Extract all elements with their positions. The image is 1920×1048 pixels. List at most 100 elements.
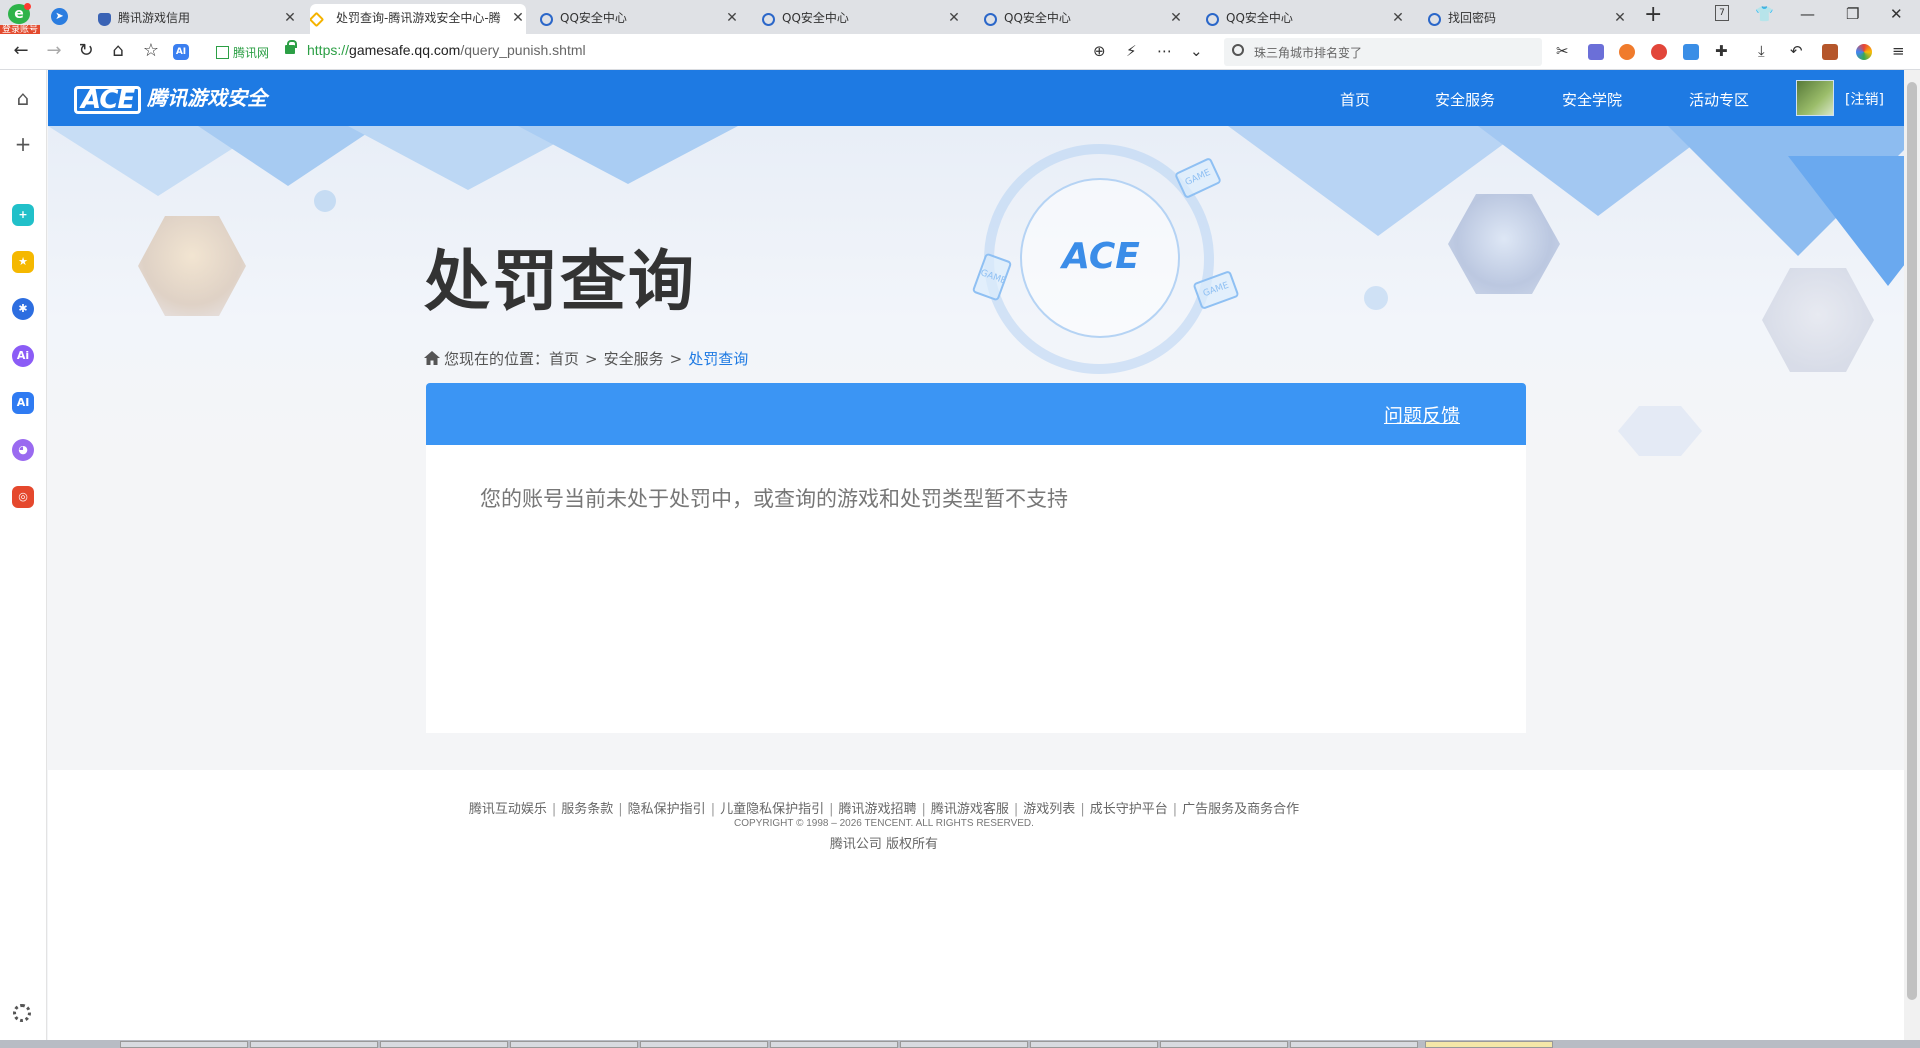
more-icon[interactable]: ⋯ <box>1157 42 1172 60</box>
close-icon[interactable]: ✕ <box>1390 4 1406 32</box>
send-icon[interactable]: ➤ <box>51 8 68 25</box>
star-icon[interactable]: ★ <box>12 251 34 273</box>
minimize-button[interactable]: — <box>1800 5 1815 23</box>
taskbar-item[interactable] <box>1160 1041 1288 1048</box>
tab-game-credit[interactable]: 腾讯游戏信用 ✕ <box>98 4 298 34</box>
chevron-down-icon[interactable]: ⌄ <box>1190 42 1203 60</box>
avatar[interactable] <box>1796 80 1834 116</box>
ai-icon[interactable]: AI <box>173 44 189 60</box>
colorful-icon[interactable] <box>1856 44 1872 60</box>
scrollbar-thumb[interactable] <box>1907 82 1917 1000</box>
lock-icon[interactable] <box>285 40 297 54</box>
house-icon <box>424 351 440 365</box>
settings-icon[interactable] <box>13 1004 31 1022</box>
menu-icon[interactable]: ≡ <box>1892 42 1905 60</box>
home-icon[interactable]: ⌂ <box>107 40 129 61</box>
translate-icon[interactable] <box>1588 44 1604 60</box>
chat-icon[interactable]: ◕ <box>12 439 34 461</box>
close-icon[interactable]: ✕ <box>946 4 962 32</box>
gamepad-icon[interactable]: ◎ <box>12 486 34 508</box>
url-field[interactable]: https://gamesafe.qq.com/query_punish.sht… <box>307 42 586 58</box>
tab-recover-password[interactable]: 找回密码 ✕ <box>1428 4 1628 34</box>
breadcrumb-current: 处罚查询 <box>688 350 749 368</box>
scissors-icon[interactable]: ✂ <box>1556 42 1569 60</box>
site-badge-label: 腾讯网 <box>233 46 270 60</box>
puzzle-icon[interactable]: ✚ <box>1715 42 1728 60</box>
close-icon[interactable]: ✕ <box>1612 4 1628 32</box>
tab-counter-button[interactable]: 7 <box>1715 5 1729 21</box>
footer-link-jobs[interactable]: 腾讯游戏招聘 <box>838 802 916 817</box>
browser-logo[interactable]: e 登录账号 <box>0 0 46 36</box>
footer-link-game-list[interactable]: 游戏列表 <box>1023 802 1075 817</box>
qq-shield-icon <box>1428 13 1441 26</box>
new-tab-button[interactable]: + <box>1644 2 1662 27</box>
undo-icon[interactable]: ↶ <box>1790 42 1803 60</box>
ai-assistant-icon[interactable]: Ai <box>12 345 34 367</box>
network-icon[interactable]: ✱ <box>12 298 34 320</box>
taskbar-item[interactable] <box>1290 1041 1418 1048</box>
vertical-scrollbar[interactable] <box>1904 70 1920 1040</box>
download-icon[interactable]: ⤓ <box>1758 42 1765 60</box>
feedback-link[interactable]: 问题反馈 <box>1384 401 1460 428</box>
footer-link-tencent-ent[interactable]: 腾讯互动娱乐 <box>469 802 547 817</box>
footer-link-support[interactable]: 腾讯游戏客服 <box>931 802 1009 817</box>
close-icon[interactable]: ✕ <box>510 4 526 32</box>
footer-link-growth-guard[interactable]: 成长守护平台 <box>1090 802 1168 817</box>
search-input[interactable]: 珠三角城市排名变了 <box>1224 38 1542 66</box>
taskbar-item-active[interactable] <box>1425 1041 1553 1048</box>
footer-separator: | <box>829 802 834 817</box>
footer-link-privacy[interactable]: 隐私保护指引 <box>628 802 706 817</box>
close-icon[interactable]: ✕ <box>282 4 298 32</box>
breadcrumb-security-services[interactable]: 安全服务 <box>604 350 664 368</box>
tab-qq-security-3[interactable]: QQ安全中心 ✕ <box>984 4 1184 34</box>
restore-button[interactable]: ❐ <box>1846 5 1859 23</box>
taskbar-item[interactable] <box>510 1041 638 1048</box>
weibo-icon[interactable] <box>1651 44 1667 60</box>
ace-logo[interactable]: ACE 腾讯游戏安全 <box>74 82 267 114</box>
taskbar-item[interactable] <box>120 1041 248 1048</box>
tab-title: QQ安全中心 <box>1226 11 1293 25</box>
zoom-icon[interactable]: ⊕ <box>1093 42 1106 60</box>
footer-separator: | <box>1080 802 1085 817</box>
footer-link-terms[interactable]: 服务条款 <box>561 802 613 817</box>
breadcrumb-home[interactable]: 首页 <box>549 350 579 368</box>
back-icon[interactable]: ← <box>10 40 32 61</box>
tab-qq-security-4[interactable]: QQ安全中心 ✕ <box>1206 4 1406 34</box>
site-badge-icon <box>216 46 229 59</box>
mail-icon[interactable] <box>1683 44 1699 60</box>
nav-security-services[interactable]: 安全服务 <box>1435 89 1495 110</box>
toolbox-icon[interactable] <box>1822 44 1838 60</box>
home-icon[interactable]: ⌂ <box>11 86 35 110</box>
close-icon[interactable]: ✕ <box>724 4 740 32</box>
logo-mark: ACE <box>74 86 142 114</box>
nav-home[interactable]: 首页 <box>1340 89 1370 110</box>
site-badge[interactable]: 腾讯网 <box>216 44 269 61</box>
taskbar-item[interactable] <box>380 1041 508 1048</box>
close-icon[interactable]: ✕ <box>1168 4 1184 32</box>
game-icon[interactable] <box>1619 44 1635 60</box>
footer-link-child-privacy[interactable]: 儿童隐私保护指引 <box>720 802 824 817</box>
search-icon <box>1232 44 1244 56</box>
tab-qq-security-1[interactable]: QQ安全中心 ✕ <box>540 4 740 34</box>
skin-icon[interactable]: 👕 <box>1755 5 1774 23</box>
taskbar-item[interactable] <box>770 1041 898 1048</box>
footer-link-ads[interactable]: 广告服务及商务合作 <box>1182 802 1299 817</box>
nav-activities[interactable]: 活动专区 <box>1689 89 1749 110</box>
tab-punish-query[interactable]: 处罚查询-腾讯游戏安全中心-腾 ✕ <box>310 4 526 34</box>
taskbar-item[interactable] <box>1030 1041 1158 1048</box>
taskbar-item[interactable] <box>900 1041 1028 1048</box>
logout-link[interactable]: [注销] <box>1845 89 1884 109</box>
forward-icon[interactable]: → <box>43 40 65 61</box>
decor-triangle <box>518 126 738 184</box>
favorites-icon[interactable]: ☆ <box>140 40 162 61</box>
nav-security-academy[interactable]: 安全学院 <box>1562 89 1622 110</box>
lightning-icon[interactable]: ⚡ <box>1126 42 1137 60</box>
add-icon[interactable]: + <box>11 132 35 156</box>
tab-qq-security-2[interactable]: QQ安全中心 ✕ <box>762 4 962 34</box>
taskbar-item[interactable] <box>640 1041 768 1048</box>
taskbar-item[interactable] <box>250 1041 378 1048</box>
plus-app-icon[interactable]: + <box>12 204 34 226</box>
ai-icon[interactable]: AI <box>12 392 34 414</box>
close-window-button[interactable]: ✕ <box>1890 5 1903 23</box>
reload-icon[interactable]: ↻ <box>75 40 97 61</box>
